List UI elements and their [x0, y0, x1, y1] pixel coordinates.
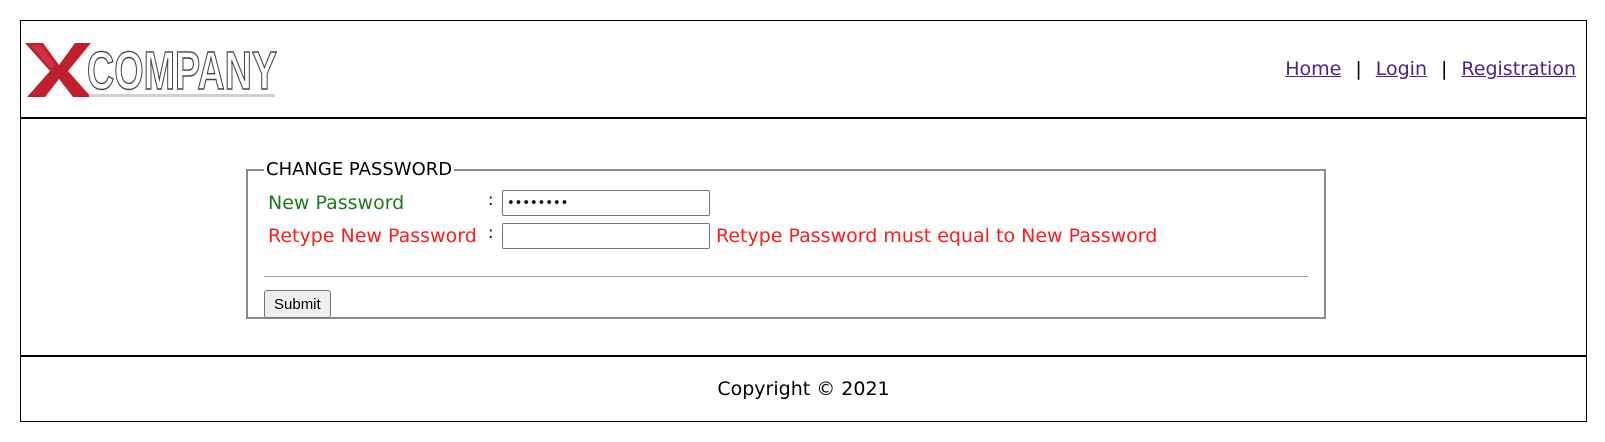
page-frame: COMPANY Home | Login | Registration CHAN… — [20, 20, 1587, 422]
change-password-form: CHANGE PASSWORD New Password : Retype Ne… — [246, 159, 1326, 319]
logo-text: COMPANY — [87, 41, 277, 101]
retype-password-label: Retype New Password — [268, 225, 477, 247]
company-logo[interactable]: COMPANY — [25, 39, 285, 101]
form-legend: CHANGE PASSWORD — [266, 159, 453, 180]
new-password-label: New Password — [268, 192, 405, 214]
retype-password-row: Retype New Password : Retype Password mu… — [268, 223, 1157, 249]
main-nav: Home | Login | Registration — [1285, 58, 1576, 80]
nav-separator: | — [1355, 58, 1362, 80]
copyright-text: Copyright © 2021 — [717, 378, 890, 400]
new-password-input[interactable] — [502, 190, 710, 216]
submit-button[interactable]: Submit — [264, 290, 331, 318]
company-logo-graphic: COMPANY — [25, 40, 278, 101]
label-colon: : — [488, 222, 494, 242]
new-password-row: New Password : — [268, 190, 710, 216]
nav-link-home[interactable]: Home — [1285, 58, 1341, 80]
retype-password-input[interactable] — [502, 223, 710, 249]
label-colon: : — [488, 189, 494, 209]
nav-link-registration[interactable]: Registration — [1461, 58, 1576, 80]
nav-link-login[interactable]: Login — [1376, 58, 1427, 80]
form-divider — [264, 276, 1308, 277]
site-header: COMPANY Home | Login | Registration — [21, 21, 1586, 119]
main-content: CHANGE PASSWORD New Password : Retype Ne… — [21, 119, 1586, 355]
site-footer: Copyright © 2021 — [21, 355, 1586, 421]
retype-password-error: Retype Password must equal to New Passwo… — [716, 225, 1158, 247]
nav-separator: | — [1441, 58, 1448, 80]
